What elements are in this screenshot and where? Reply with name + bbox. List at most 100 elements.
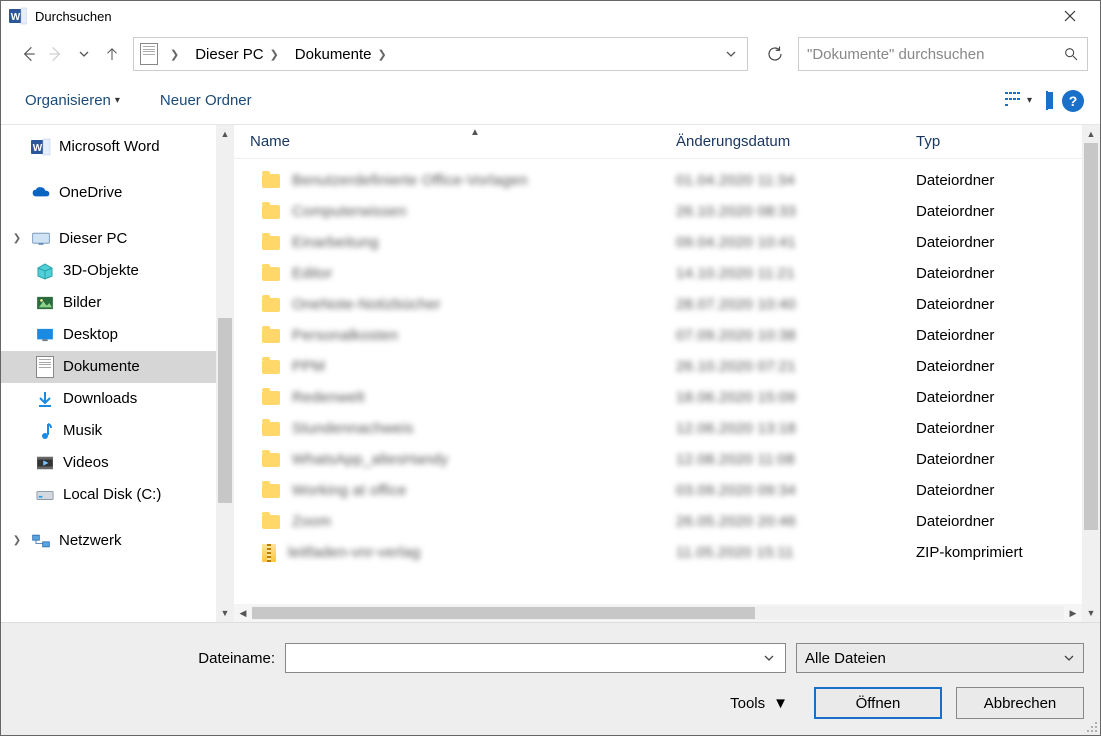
column-header-type[interactable]: Typ [916,133,1066,150]
3d-icon [35,262,55,280]
tree-item-pictures[interactable]: Bilder [1,287,216,319]
address-bar[interactable]: ❯ Dieser PC❯ Dokumente❯ [133,37,748,71]
file-date: 14.10.2020 11:21 [676,260,795,287]
word-icon: W [9,7,27,25]
file-row[interactable]: Stundennachweis12.06.2020 13:18Dateiordn… [234,413,1082,444]
organize-button[interactable]: Organisieren ▾ [17,88,128,113]
chevron-down-icon[interactable] [757,652,781,664]
file-type-filter[interactable]: Alle Dateien [796,643,1084,673]
file-row[interactable]: leitfaden-vnr-verlag11.05.2020 15:11ZIP-… [234,537,1082,568]
file-type: Dateiordner [916,229,1066,256]
file-row[interactable]: Benutzerdefinierte Office-Vorlagen01.04.… [234,165,1082,196]
scroll-down-icon[interactable]: ▼ [1082,604,1100,622]
scroll-thumb[interactable] [252,607,755,619]
tree-item-disk[interactable]: Local Disk (C:) [1,479,216,511]
chevron-down-icon[interactable] [1063,652,1075,664]
expand-icon[interactable]: ❯ [11,227,23,251]
tree-item-network[interactable]: ❯Netzwerk [1,525,216,557]
pc-icon [31,230,51,248]
file-name: Personalkosten [292,322,398,349]
cancel-button[interactable]: Abbrechen [956,687,1084,719]
chevron-right-icon[interactable]: ❯ [374,48,391,61]
column-header-name[interactable]: Name [250,133,676,150]
file-list: Benutzerdefinierte Office-Vorlagen01.04.… [234,159,1082,604]
address-dropdown[interactable] [721,44,741,64]
filename-input[interactable] [285,643,786,673]
toolbar: Organisieren ▾ Neuer Ordner ▾ ? [1,77,1100,125]
chevron-down-icon: ▾ [115,95,120,106]
file-row[interactable]: Redenwelt18.06.2020 15:09Dateiordner [234,382,1082,413]
scroll-up-icon[interactable]: ▲ [1082,125,1100,143]
scroll-thumb[interactable] [1084,143,1098,530]
chevron-right-icon[interactable]: ❯ [266,48,283,61]
tree-item-music[interactable]: Musik [1,415,216,447]
tree-item-desktop[interactable]: Desktop [1,319,216,351]
breadcrumb-item[interactable]: Dieser PC❯ [191,44,287,65]
tree-item-documents[interactable]: Dokumente [1,351,216,383]
tree-item-label: Dieser PC [59,227,127,251]
folder-icon [262,484,280,498]
zip-icon [262,544,276,562]
file-date: 26.10.2020 07:21 [676,353,796,380]
scroll-thumb[interactable] [218,318,232,502]
breadcrumb-item[interactable]: Dokumente❯ [291,44,395,65]
help-button[interactable]: ? [1062,90,1084,112]
network-icon [31,532,51,550]
new-folder-button[interactable]: Neuer Ordner [152,88,260,113]
file-row[interactable]: PPM26.10.2020 07:21Dateiordner [234,351,1082,382]
file-type: Dateiordner [916,446,1066,473]
tree-item-downloads[interactable]: Downloads [1,383,216,415]
file-type: Dateiordner [916,384,1066,411]
disk-icon [35,486,55,504]
file-row[interactable]: Working at office03.09.2020 09:34Dateior… [234,475,1082,506]
file-row[interactable]: Einarbeitung09.04.2020 10:41Dateiordner [234,227,1082,258]
search-input[interactable]: "Dokumente" durchsuchen [798,37,1088,71]
refresh-button[interactable] [758,37,792,71]
file-type: Dateiordner [916,198,1066,225]
file-row[interactable]: Computerwissen26.10.2020 08:33Dateiordne… [234,196,1082,227]
resize-grip[interactable] [1084,719,1098,733]
file-row[interactable]: Editor14.10.2020 11:21Dateiordner [234,258,1082,289]
list-view-icon [1005,92,1023,110]
expand-icon[interactable]: ❯ [11,529,23,553]
search-icon[interactable] [1063,46,1079,62]
scroll-left-icon[interactable]: ◀ [234,608,252,619]
content-scrollbar[interactable]: ▲ ▼ [1082,125,1100,622]
file-type: Dateiordner [916,291,1066,318]
folder-icon [262,391,280,405]
tree-item-3d[interactable]: 3D-Objekte [1,255,216,287]
scroll-up-icon[interactable]: ▲ [216,125,234,143]
up-button[interactable] [101,43,123,65]
file-row[interactable]: Zoom26.05.2020 20:46Dateiordner [234,506,1082,537]
file-name: Zoom [292,508,331,535]
tree-item-word[interactable]: WMicrosoft Word [1,131,216,163]
close-button[interactable] [1048,1,1092,31]
file-row[interactable]: Personalkosten07.09.2020 10:38Dateiordne… [234,320,1082,351]
folder-icon [262,298,280,312]
sidebar-scrollbar[interactable]: ▲ ▼ [216,125,234,622]
recent-locations-button[interactable] [73,43,95,65]
tree-item-videos[interactable]: Videos [1,447,216,479]
preview-pane-button[interactable] [1046,92,1048,110]
open-button[interactable]: Öffnen [814,687,942,719]
file-date: 11.05.2020 15:11 [676,539,794,566]
svg-text:W: W [11,12,21,23]
view-mode-button[interactable]: ▾ [1005,92,1032,110]
tree-item-label: Desktop [63,323,118,347]
file-type: Dateiordner [916,353,1066,380]
file-type: Dateiordner [916,167,1066,194]
file-date: 26.10.2020 08:33 [676,198,796,225]
scroll-down-icon[interactable]: ▼ [216,604,234,622]
back-button[interactable] [17,43,39,65]
scroll-right-icon[interactable]: ▶ [1064,608,1082,619]
column-header-modified[interactable]: Änderungsdatum [676,133,916,150]
tree-item-pc[interactable]: ❯ Dieser PC [1,223,216,255]
forward-button[interactable] [45,43,67,65]
file-row[interactable]: OneNote-Notizbücher28.07.2020 10:40Datei… [234,289,1082,320]
file-row[interactable]: WhatsApp_altesHandy12.08.2020 11:08Datei… [234,444,1082,475]
tools-button[interactable]: Tools▼ [730,695,788,712]
pictures-icon [35,294,55,312]
horizontal-scrollbar[interactable]: ◀ ▶ [234,604,1082,622]
chevron-right-icon[interactable]: ❯ [166,48,183,61]
tree-item-onedrive[interactable]: OneDrive [1,177,216,209]
